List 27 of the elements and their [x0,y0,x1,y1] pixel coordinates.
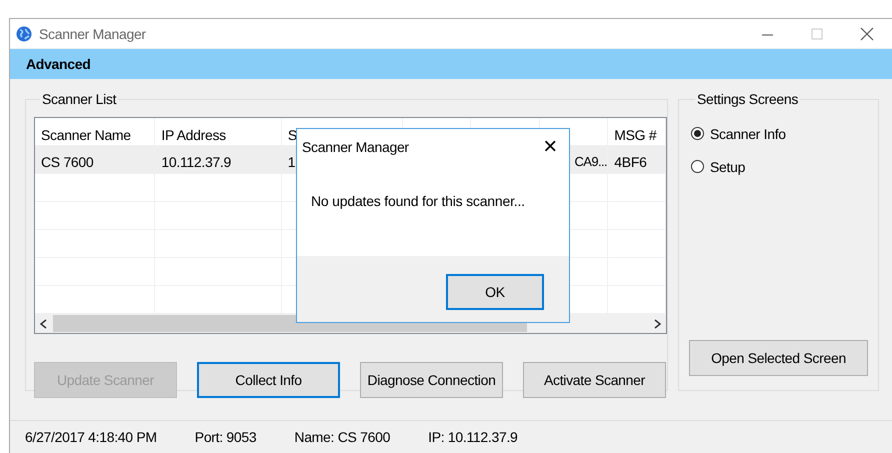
radio-label[interactable]: Setup [710,158,746,174]
action-button[interactable]: Diagnose Connection [360,362,503,398]
action-button[interactable]: Activate Scanner [523,362,666,398]
window-title: Scanner Manager [39,26,147,42]
table-cell: 10.112.37.9 [161,154,232,170]
group-title: Settings Screens [696,91,800,107]
dialog-message: No updates found for this scanner... [311,193,525,209]
status-text: Name: CS 7600 [294,429,390,445]
table-cell: 1 [288,154,296,170]
table-cell: CS 7600 [41,154,94,170]
status-text: IP: 10.112.37.9 [428,429,518,445]
status-text: Port: 9053 [194,429,256,445]
dialog-title: Scanner Manager [302,139,409,155]
action-button[interactable]: Collect Info [197,362,340,398]
section-title: Advanced [26,56,91,72]
close-button[interactable]: × [539,135,561,159]
table-cell: 4BF6 [614,154,647,170]
ok-button[interactable]: OK [446,274,544,310]
open-screen-button[interactable]: Open Selected Screen [689,340,868,376]
group-title: Scanner List [41,91,118,107]
table-cell: CA9... [574,154,607,169]
column-header[interactable]: IP Address [161,127,226,143]
column-header[interactable]: Scanner Name [41,127,131,143]
column-header[interactable]: MSG # [614,127,656,143]
radio-label[interactable]: Scanner Info [710,126,786,142]
status-text: 6/27/2017 4:18:40 PM [25,429,157,445]
column-header[interactable]: S [288,127,297,143]
